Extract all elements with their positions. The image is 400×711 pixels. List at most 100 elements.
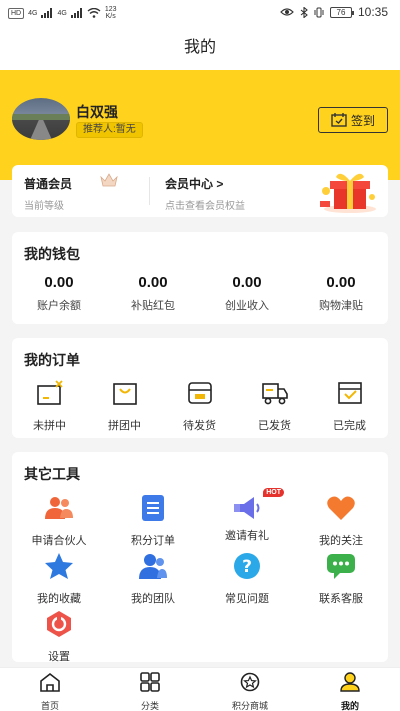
wallet-title: 我的钱包 <box>24 246 80 262</box>
member-center-sub: 点击查看会员权益 <box>165 201 245 212</box>
tool-points-orders[interactable]: 积分订单 <box>106 494 200 548</box>
tool-label: 申请合伙人 <box>31 535 87 547</box>
tab-label: 首页 <box>40 701 59 711</box>
wallet-label: 购物津贴 <box>319 300 363 312</box>
wallet-label: 创业收入 <box>225 300 269 312</box>
signal-label-1: 4G <box>28 9 38 17</box>
order-tab-label: 未拼中 <box>33 420 66 432</box>
megaphone-wrapper: HOT <box>232 488 284 522</box>
question-icon: ? <box>234 553 260 579</box>
tool-label: 联系客服 <box>319 593 363 605</box>
tab-mine[interactable]: 我的 <box>300 672 400 711</box>
tool-label: 我的收藏 <box>37 593 81 605</box>
wallet-value: 0.00 <box>232 274 262 291</box>
tool-contact-support[interactable]: 联系客服 <box>294 552 388 606</box>
truck-icon <box>261 383 288 405</box>
bluetooth-icon <box>300 6 308 18</box>
bottom-tabbar: 首页 分类 积分商城 我的 <box>0 667 400 711</box>
hd-badge: HD <box>8 7 25 19</box>
order-tab-shipped[interactable]: 已发货 <box>237 380 312 433</box>
gift-box-icon <box>320 173 376 213</box>
box-x-icon <box>36 380 63 405</box>
signin-label: 签到 <box>350 113 375 128</box>
tool-settings[interactable]: 设置 <box>12 610 106 664</box>
signin-button[interactable]: 签到 <box>318 107 388 133</box>
profile-header: 白双强 推荐人:暂无 签到 <box>0 70 400 180</box>
wallet-item-subsidy[interactable]: 0.00 补贴红包 <box>106 274 200 313</box>
list-icon <box>142 495 164 521</box>
megaphone-icon <box>234 497 260 519</box>
points-star-icon <box>240 672 260 692</box>
order-tab-grouping[interactable]: 拼团中 <box>87 380 162 433</box>
tool-invite-reward[interactable]: HOT 邀请有礼 <box>200 488 294 543</box>
tab-points-mall[interactable]: 积分商城 <box>200 672 300 711</box>
net-speed-value: 123 <box>104 6 117 13</box>
member-level-sub: 当前等级 <box>24 201 64 212</box>
clock: 10:35 <box>357 5 388 19</box>
member-level-title: 普通会员 <box>24 177 73 191</box>
tab-label: 分类 <box>140 701 159 711</box>
grid-icon <box>140 672 160 692</box>
tab-category[interactable]: 分类 <box>100 672 200 711</box>
wallet-value: 0.00 <box>44 274 74 291</box>
box-check-icon <box>337 382 362 404</box>
team-icon <box>139 554 167 579</box>
orders-card: 我的订单 未拼中 拼团中 待发货 已发货 已完成 <box>12 338 388 438</box>
order-tab-to-ship[interactable]: 待发货 <box>162 380 237 433</box>
vibrate-icon <box>314 7 324 17</box>
tab-home[interactable]: 首页 <box>0 672 100 711</box>
avatar[interactable] <box>12 98 70 140</box>
chat-icon <box>327 554 355 579</box>
tab-label: 积分商城 <box>231 701 268 711</box>
wallet-card: 我的钱包 0.00 账户余额 0.00 补贴红包 0.00 创业收入 0.00 … <box>12 232 388 324</box>
tool-apply-partner[interactable]: 申请合伙人 <box>12 494 106 548</box>
referrer-badge: 推荐人:暂无 <box>76 122 143 138</box>
wallet-item-balance[interactable]: 0.00 账户余额 <box>12 274 106 313</box>
orders-title: 我的订单 <box>24 352 80 368</box>
signal-label-2: 4G <box>57 9 67 17</box>
home-icon <box>40 672 60 692</box>
battery-indicator: 76 <box>329 6 354 18</box>
page-title: 我的 <box>0 26 400 70</box>
signal-icon <box>41 8 53 18</box>
wifi-icon <box>87 8 101 18</box>
net-speed-unit: K/s <box>105 13 116 20</box>
wallet-item-income[interactable]: 0.00 创业收入 <box>200 274 294 313</box>
tools-card: 其它工具 申请合伙人 积分订单 HOT 邀请有礼 我的关注 我的收藏 我的团队 … <box>12 452 388 664</box>
tool-label: 积分订单 <box>131 535 175 547</box>
wallet-item-allowance[interactable]: 0.00 购物津贴 <box>294 274 388 313</box>
member-divider <box>149 177 150 205</box>
tool-faq[interactable]: ? 常见问题 <box>200 552 294 606</box>
member-center-title: 会员中心 > <box>165 177 224 191</box>
username: 白双强 <box>76 104 118 120</box>
member-center-link[interactable]: 会员中心 > 点击查看会员权益 <box>165 175 245 212</box>
member-level[interactable]: 普通会员 当前等级 <box>24 175 72 212</box>
tool-my-favorites[interactable]: 我的收藏 <box>12 552 106 606</box>
tools-title: 其它工具 <box>24 466 80 482</box>
tool-label: 常见问题 <box>225 593 269 605</box>
eye-icon <box>280 8 294 16</box>
wallet-value: 0.00 <box>326 274 356 291</box>
tool-my-follows[interactable]: 我的关注 <box>294 494 388 548</box>
wallet-label: 账户余额 <box>37 300 81 312</box>
star-icon <box>45 553 73 579</box>
status-bar: HD 4G 4G 123 K/s 76 10:35 <box>0 0 400 26</box>
tool-label: 设置 <box>48 651 70 663</box>
shopping-bag-icon <box>112 383 137 405</box>
tool-label: 我的关注 <box>319 535 363 547</box>
wallet-label: 补贴红包 <box>131 300 175 312</box>
crown-icon <box>100 173 118 187</box>
order-tab-label: 已完成 <box>333 420 366 432</box>
order-tab-not-matched[interactable]: 未拼中 <box>12 380 87 433</box>
order-tab-label: 已发货 <box>258 420 291 432</box>
tab-label: 我的 <box>340 701 359 711</box>
svg-text:?: ? <box>242 557 252 577</box>
signal-icon-2 <box>70 8 82 18</box>
hot-badge: HOT <box>263 488 284 497</box>
settings-icon <box>47 611 71 637</box>
order-tab-label: 拼团中 <box>108 420 141 432</box>
tool-my-team[interactable]: 我的团队 <box>106 552 200 606</box>
order-tab-completed[interactable]: 已完成 <box>312 380 387 433</box>
tool-label: 我的团队 <box>131 593 175 605</box>
net-speed: 123 K/s <box>105 6 117 20</box>
